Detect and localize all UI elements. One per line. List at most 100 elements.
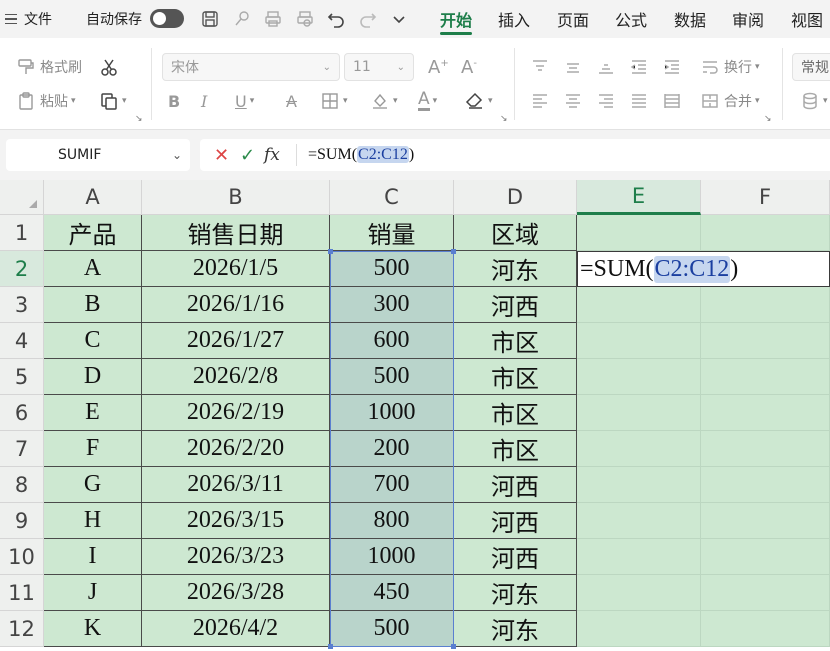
align-middle-icon[interactable] xyxy=(563,54,583,80)
strikethrough-icon[interactable]: A xyxy=(286,88,297,114)
cell-a4[interactable]: C xyxy=(44,323,142,359)
cell-d2[interactable]: 河东 xyxy=(454,251,577,287)
cell-a9[interactable]: H xyxy=(44,503,142,539)
bold-icon[interactable]: B xyxy=(168,88,180,114)
database-icon[interactable]: ▾ xyxy=(800,88,828,114)
justify-icon[interactable] xyxy=(629,88,649,114)
row-header-9[interactable]: 9 xyxy=(0,503,44,539)
cell-a6[interactable]: E xyxy=(44,395,142,431)
cell-a1[interactable]: 产品 xyxy=(44,215,142,251)
cell-a7[interactable]: F xyxy=(44,431,142,467)
row-header-11[interactable]: 11 xyxy=(0,575,44,611)
row-header-7[interactable]: 7 xyxy=(0,431,44,467)
row-header-1[interactable]: 1 xyxy=(0,215,44,251)
cell-d7[interactable]: 市区 xyxy=(454,431,577,467)
tab-view[interactable]: 视图 xyxy=(791,0,823,38)
merge-button[interactable]: 合并 ▾ xyxy=(700,88,760,114)
distributed-icon[interactable] xyxy=(662,88,682,114)
formula-text[interactable]: =SUM(C2:C12) xyxy=(308,146,414,164)
cell-e10[interactable] xyxy=(577,539,701,575)
cell-b5[interactable]: 2026/2/8 xyxy=(142,359,330,395)
cell-d10[interactable]: 河西 xyxy=(454,539,577,575)
cell-b12[interactable]: 2026/4/2 xyxy=(142,611,330,647)
cell-f8[interactable] xyxy=(701,467,830,503)
font-color-icon[interactable]: A ▾ xyxy=(418,88,437,114)
increase-font-icon[interactable]: A+ xyxy=(428,54,449,80)
cell-e8[interactable] xyxy=(577,467,701,503)
cell-d9[interactable]: 河西 xyxy=(454,503,577,539)
cell-d3[interactable]: 河西 xyxy=(454,287,577,323)
cell-c8[interactable]: 700 xyxy=(330,467,454,503)
clear-format-icon[interactable]: ▾ xyxy=(465,88,493,114)
cell-c10[interactable]: 1000 xyxy=(330,539,454,575)
cell-c7[interactable]: 200 xyxy=(330,431,454,467)
cell-e9[interactable] xyxy=(577,503,701,539)
cell-c3[interactable]: 300 xyxy=(330,287,454,323)
cell-b8[interactable]: 2026/3/11 xyxy=(142,467,330,503)
number-format-combo[interactable]: 常规 xyxy=(792,53,830,81)
autosave-toggle[interactable] xyxy=(150,9,184,28)
cell-f9[interactable] xyxy=(701,503,830,539)
copy-button[interactable]: ▾ xyxy=(99,88,127,114)
cell-c2[interactable]: 500 xyxy=(330,251,454,287)
row-header-5[interactable]: 5 xyxy=(0,359,44,395)
cell-c11[interactable]: 450 xyxy=(330,575,454,611)
row-header-4[interactable]: 4 xyxy=(0,323,44,359)
align-bottom-icon[interactable] xyxy=(596,54,616,80)
cell-f12[interactable] xyxy=(701,611,830,647)
cell-f4[interactable] xyxy=(701,323,830,359)
chevron-down-icon[interactable] xyxy=(388,0,410,38)
dialog-launcher-icon[interactable]: ↘ xyxy=(500,114,508,124)
cell-e2-editing[interactable]: =SUM(C2:C12) xyxy=(577,251,830,287)
cell-c12[interactable]: 500 xyxy=(330,611,454,647)
cell-b11[interactable]: 2026/3/28 xyxy=(142,575,330,611)
cell-c4[interactable]: 600 xyxy=(330,323,454,359)
share-icon[interactable] xyxy=(231,0,253,38)
cancel-icon[interactable]: ✕ xyxy=(214,145,229,166)
align-left-icon[interactable] xyxy=(530,88,550,114)
formula-input[interactable]: ✕ ✓ fx =SUM(C2:C12) xyxy=(200,139,830,171)
cell-d11[interactable]: 河东 xyxy=(454,575,577,611)
column-header-f[interactable]: F xyxy=(701,180,830,215)
underline-icon[interactable]: U ▾ xyxy=(235,88,254,114)
cell-d4[interactable]: 市区 xyxy=(454,323,577,359)
hamburger-icon[interactable] xyxy=(4,0,18,38)
border-icon[interactable]: ▾ xyxy=(320,88,348,114)
cell-b6[interactable]: 2026/2/19 xyxy=(142,395,330,431)
cell-e5[interactable] xyxy=(577,359,701,395)
align-top-icon[interactable] xyxy=(530,54,550,80)
spreadsheet-grid[interactable]: A B C D E F 1 产品 销售日期 销量 区域 2 A 2026/1/5 500 河东 3 B 2026/1… xyxy=(0,180,830,651)
confirm-icon[interactable]: ✓ xyxy=(240,145,255,166)
cell-f5[interactable] xyxy=(701,359,830,395)
cut-button[interactable] xyxy=(99,54,119,80)
cell-d5[interactable]: 市区 xyxy=(454,359,577,395)
row-header-10[interactable]: 10 xyxy=(0,539,44,575)
tab-data[interactable]: 数据 xyxy=(674,0,706,38)
print-preview-icon[interactable] xyxy=(294,0,316,38)
cell-c5[interactable]: 500 xyxy=(330,359,454,395)
file-menu[interactable]: 文件 xyxy=(24,0,52,38)
column-header-b[interactable]: B xyxy=(142,180,330,215)
cell-a10[interactable]: I xyxy=(44,539,142,575)
cell-b2[interactable]: 2026/1/5 xyxy=(142,251,330,287)
tab-page[interactable]: 页面 xyxy=(557,0,589,38)
align-center-icon[interactable] xyxy=(563,88,583,114)
cell-f3[interactable] xyxy=(701,287,830,323)
cell-e4[interactable] xyxy=(577,323,701,359)
wrap-text-button[interactable]: 换行 ▾ xyxy=(700,54,760,80)
font-size-combo[interactable]: 11 ⌄ xyxy=(344,53,414,81)
tab-review[interactable]: 审阅 xyxy=(732,0,764,38)
dialog-launcher-icon[interactable]: ↘ xyxy=(135,114,143,124)
row-header-2[interactable]: 2 xyxy=(0,251,44,287)
italic-icon[interactable]: I xyxy=(201,88,207,114)
fill-color-icon[interactable]: ▾ xyxy=(370,88,398,114)
range-corner-handle[interactable] xyxy=(328,249,333,254)
name-box[interactable]: SUMIF ⌄ xyxy=(6,139,190,171)
increase-indent-icon[interactable] xyxy=(662,54,682,80)
cell-d1[interactable]: 区域 xyxy=(454,215,577,251)
print-icon[interactable] xyxy=(262,0,284,38)
range-corner-handle[interactable] xyxy=(451,249,456,254)
range-corner-handle[interactable] xyxy=(328,644,333,649)
format-painter-button[interactable]: 格式刷 xyxy=(16,54,82,80)
decrease-indent-icon[interactable] xyxy=(629,54,649,80)
